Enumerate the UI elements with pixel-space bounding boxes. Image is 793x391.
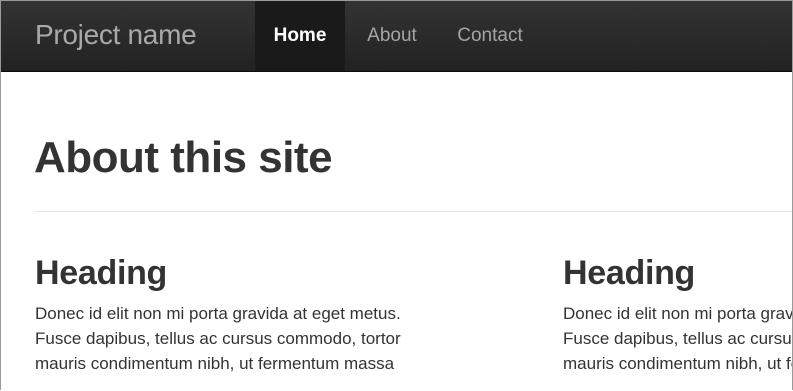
column-paragraph: Donec id elit non mi porta gravida at eg… (563, 301, 793, 376)
column-heading: Heading (35, 254, 168, 292)
brand-link[interactable]: Project name (35, 18, 197, 52)
nav-home-link[interactable]: Home (255, 1, 345, 71)
column-paragraph: Donec id elit non mi porta gravida at eg… (35, 301, 555, 376)
paragraph-line: Fusce dapibus, tellus ac cursus commodo,… (563, 329, 792, 348)
column-heading: Heading (563, 254, 696, 292)
paragraph-line: Donec id elit non mi porta gravida at eg… (563, 304, 793, 323)
nav-contact-link[interactable]: Contact (444, 1, 536, 71)
paragraph-line: mauris condimentum nibh, ut fermentum ma… (563, 354, 792, 373)
page-header-divider (34, 211, 792, 212)
content-column-2: Heading Donec id elit non mi porta gravi… (563, 249, 793, 376)
nav-about-link[interactable]: About (357, 1, 427, 71)
paragraph-line: Donec id elit non mi porta gravida at eg… (35, 304, 401, 323)
paragraph-line: Fusce dapibus, tellus ac cursus commodo,… (35, 329, 401, 348)
content-column-1: Heading Donec id elit non mi porta gravi… (35, 249, 555, 376)
navbar: Project name Home About Contact (1, 1, 792, 72)
paragraph-line: mauris condimentum nibh, ut fermentum ma… (35, 354, 395, 373)
page-title: About this site (34, 133, 333, 182)
browser-viewport: Project name Home About Contact About th… (0, 0, 793, 390)
